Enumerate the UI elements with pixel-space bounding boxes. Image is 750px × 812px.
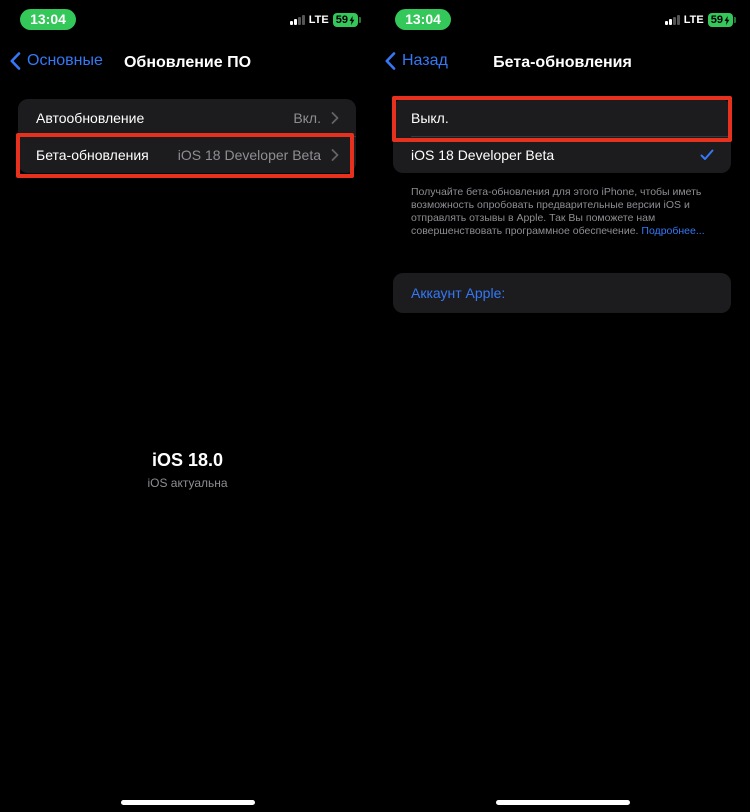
beta-updates-row[interactable]: Бета-обновления iOS 18 Developer Beta [18,136,356,173]
ios-version-title: iOS 18.0 [151,450,224,470]
cellular-signal-icon [664,15,680,25]
row-value: iOS 18 Developer Beta [177,146,321,163]
network-type: LTE [308,14,329,26]
settings-group: Автообновление Вкл. Бета-обновления iOS … [18,99,356,173]
chevron-left-icon [385,52,396,70]
battery-level: 59 [710,14,723,26]
option-label: iOS 18 Developer Beta [411,146,555,163]
cellular-signal-icon [289,15,305,25]
status-time-pill: 13:04 [20,9,76,30]
chevron-right-icon [331,148,339,161]
home-indicator[interactable] [496,800,630,805]
software-update-screen: 13:04 LTE 59 Основные Обновление ПО Авто… [0,0,375,812]
status-time-pill: 13:04 [395,9,451,30]
status-indicators: LTE 59 [664,11,736,29]
row-value: Вкл. [293,109,321,126]
row-label: Автообновление [36,109,145,126]
option-off[interactable]: Выкл. [393,99,731,136]
option-developer-beta[interactable]: iOS 18 Developer Beta [393,136,731,173]
version-info: iOS 18.0 iOS актуальна [0,450,375,490]
ios-version-status: iOS актуальна [147,476,228,490]
back-label: Основные [27,52,103,69]
learn-more-link[interactable]: Подробнее... [641,225,704,237]
navigation-bar: Назад Бета-обновления [375,44,750,84]
back-button[interactable]: Назад [385,52,448,70]
back-label: Назад [402,52,448,69]
back-button[interactable]: Основные [10,52,103,70]
apple-account-row[interactable]: Аккаунт Apple: [393,273,731,313]
option-label: Выкл. [411,109,449,126]
account-group: Аккаунт Apple: [393,273,731,313]
battery-level: 59 [335,14,348,26]
chevron-right-icon [331,111,339,124]
home-indicator[interactable] [121,800,255,805]
navigation-bar: Основные Обновление ПО [0,44,375,84]
battery-icon: 59 [332,13,361,27]
beta-options-group: Выкл. iOS 18 Developer Beta [393,99,731,173]
status-indicators: LTE 59 [289,11,361,29]
apple-account-label: Аккаунт Apple: [411,285,506,301]
beta-footnote: Получайте бета-обновления для этого iPho… [411,186,716,238]
auto-update-row[interactable]: Автообновление Вкл. [18,99,356,136]
row-label: Бета-обновления [36,146,149,163]
network-type: LTE [683,14,704,26]
checkmark-icon [700,149,714,160]
beta-updates-screen: 13:04 LTE 59 Назад Бета-обновления Выкл.… [375,0,750,812]
battery-icon: 59 [707,13,736,27]
chevron-left-icon [10,52,21,70]
